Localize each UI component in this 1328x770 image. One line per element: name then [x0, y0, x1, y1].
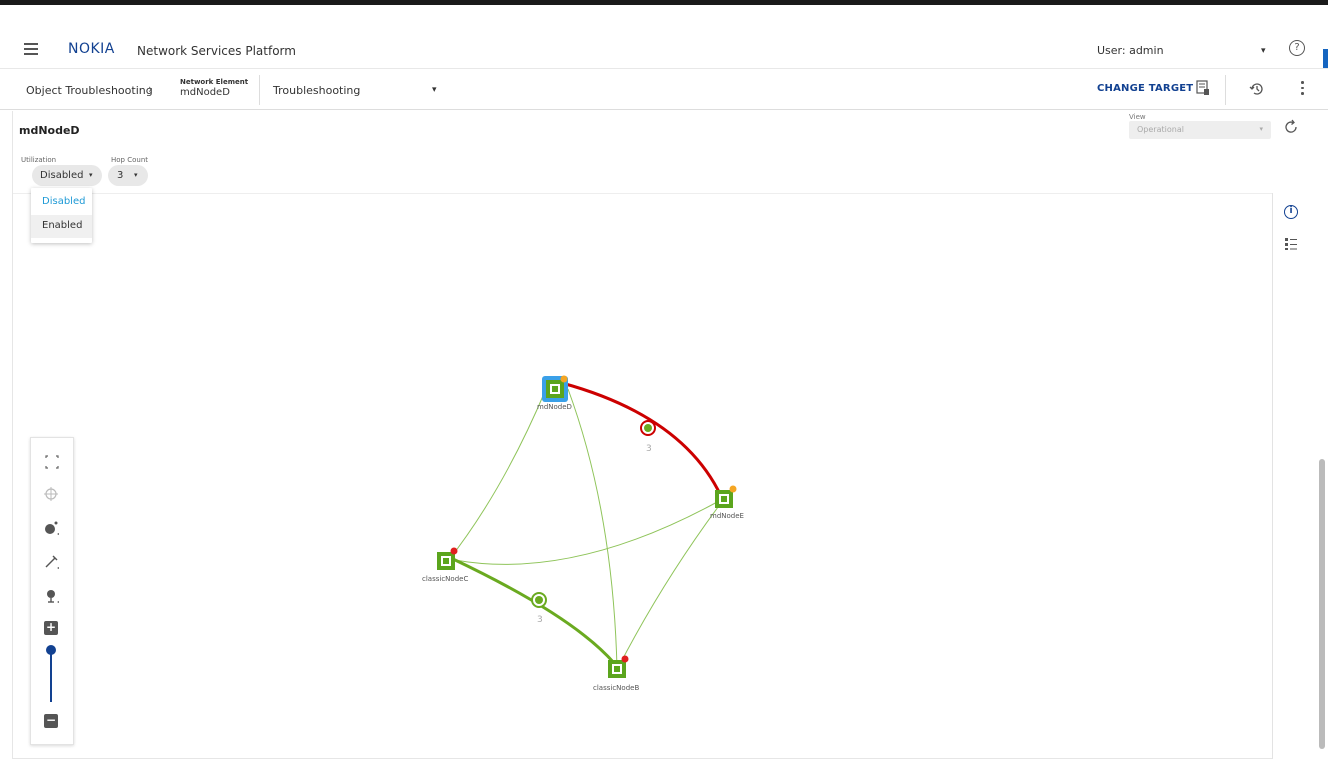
hamburger-menu-icon[interactable] — [24, 43, 38, 55]
crosshair-icon[interactable] — [41, 484, 63, 504]
option-disabled[interactable]: Disabled — [31, 191, 92, 214]
chevron-down-icon[interactable]: ▾ — [432, 85, 437, 95]
zoom-in-button[interactable]: + — [44, 621, 58, 635]
app-header: NOKIA Network Services Platform User: ad… — [0, 5, 1328, 75]
topology-map[interactable]: 3 3 mdNodeD mdNodeE classicNodeC classic… — [13, 111, 1273, 759]
scrollbar[interactable] — [1316, 111, 1328, 770]
zoom-slider-thumb[interactable] — [46, 645, 56, 655]
node-label: classicNodeC — [422, 575, 468, 583]
utilization-dropdown: Disabled Enabled — [31, 188, 92, 243]
map-background-icon[interactable] — [41, 586, 63, 606]
map-controls: + − — [30, 437, 74, 745]
network-element-label: Network Element — [180, 78, 249, 86]
link-style-icon[interactable] — [41, 552, 63, 572]
nokia-logo: NOKIA — [68, 41, 115, 57]
info-icon[interactable]: i — [1284, 205, 1298, 219]
refresh-icon[interactable] — [1283, 119, 1299, 135]
fit-to-screen-icon[interactable] — [41, 452, 63, 472]
divider — [1225, 75, 1226, 105]
more-options-icon[interactable] — [1301, 81, 1305, 97]
node-label: mdNodeE — [710, 512, 744, 520]
content-area: mdNodeD View Operational ▾ Utilization D… — [12, 111, 1308, 759]
link-c-b[interactable] — [452, 557, 616, 664]
link-marker-d-e[interactable]: 3 — [640, 420, 656, 454]
network-element-value[interactable]: mdNodeD — [180, 87, 230, 98]
node-classicnodec[interactable]: classicNodeC — [422, 547, 468, 584]
option-enabled[interactable]: Enabled — [31, 215, 92, 238]
nav-bar: Object Troubleshooting › Network Element… — [0, 68, 1328, 110]
link-d-e[interactable] — [561, 381, 723, 497]
scrollbar-thumb[interactable] — [1319, 459, 1325, 749]
edge-accent — [1323, 49, 1328, 69]
zoom-slider-track[interactable] — [50, 650, 52, 702]
node-mdnodee[interactable]: mdNodeE — [710, 485, 744, 521]
help-icon[interactable]: ? — [1289, 40, 1305, 56]
side-panel: i — [1272, 193, 1308, 759]
user-menu-caret-icon[interactable]: ▾ — [1261, 46, 1266, 56]
breadcrumb-object-troubleshooting[interactable]: Object Troubleshooting — [26, 84, 153, 97]
chevron-right-icon: › — [148, 82, 153, 96]
zoom-out-button[interactable]: − — [44, 714, 58, 728]
legend-list-icon[interactable] — [1284, 237, 1298, 251]
change-target-button[interactable]: CHANGE TARGET — [1097, 83, 1193, 94]
node-layout-icon[interactable] — [41, 518, 63, 538]
link-d-b[interactable] — [567, 388, 618, 669]
node-label: classicNodeB — [593, 684, 639, 692]
link-label: 3 — [537, 615, 543, 625]
link-e-b[interactable] — [618, 502, 722, 667]
view-selector[interactable]: Troubleshooting — [273, 84, 360, 97]
link-e-c[interactable] — [454, 500, 720, 565]
node-classicnodeb[interactable]: classicNodeB — [593, 655, 639, 693]
node-mdnoded[interactable]: mdNodeD — [537, 375, 572, 412]
user-label: User: admin — [1097, 44, 1164, 57]
app-title: Network Services Platform — [137, 44, 296, 58]
history-icon[interactable] — [1249, 81, 1265, 97]
link-label: 3 — [646, 444, 652, 454]
node-label: mdNodeD — [537, 403, 572, 411]
divider — [259, 75, 260, 105]
link-d-c[interactable] — [447, 388, 547, 562]
bookmark-list-icon[interactable] — [1196, 80, 1210, 96]
